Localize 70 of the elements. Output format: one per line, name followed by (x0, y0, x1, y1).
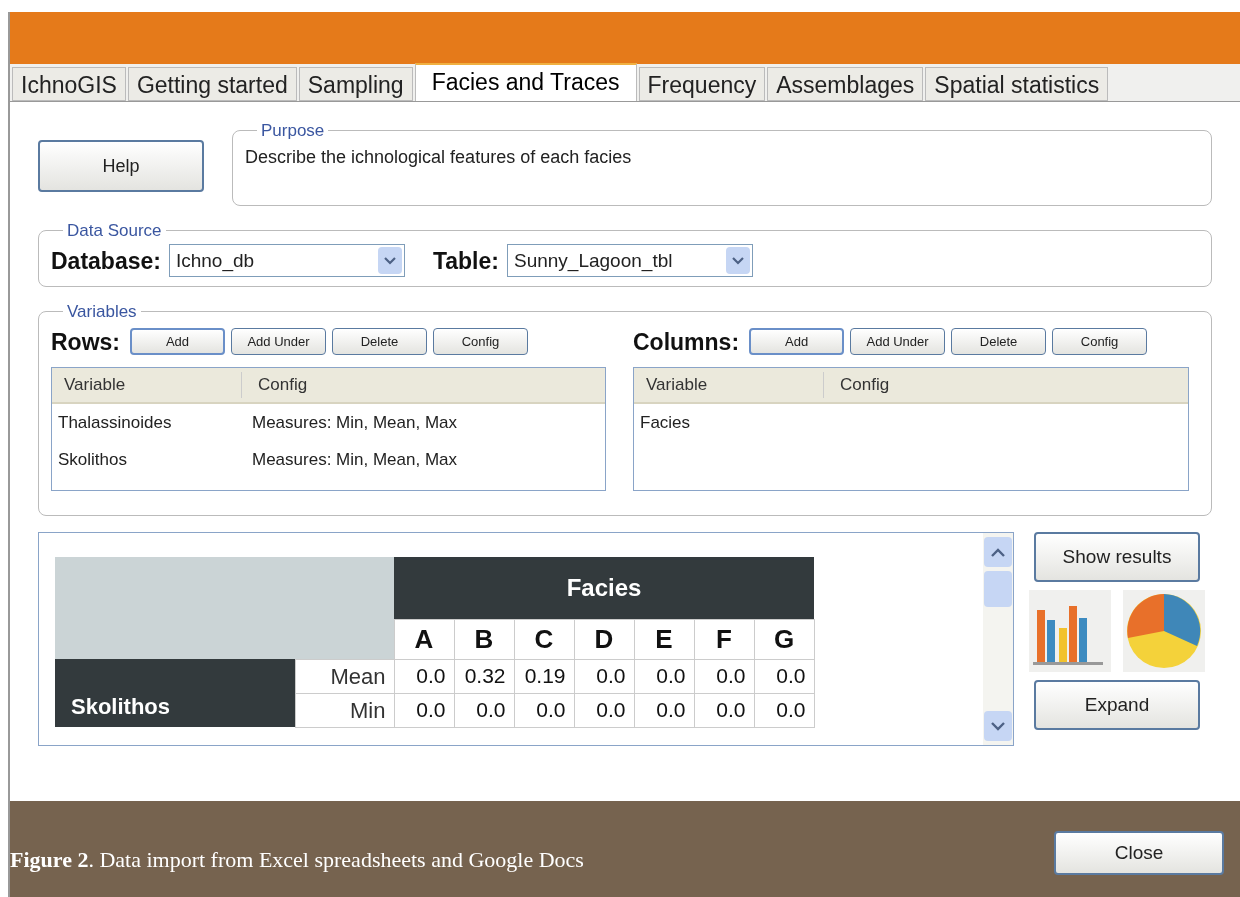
panel-label: Columns: (633, 327, 740, 357)
purpose-text: Describe the ichnological features of each facies (245, 145, 633, 169)
table-cell-text: Measures: Min, Mean, Max (251, 448, 457, 471)
toolbar-button[interactable]: Delete (951, 328, 1047, 356)
dropdown-field[interactable]: Sunny_Lagoon_tbl (506, 244, 753, 278)
toolbar-button[interactable]: Add Under (231, 328, 326, 356)
toolbar-button[interactable]: Config (1052, 328, 1148, 356)
database-label: Database: (51, 246, 161, 276)
help-button[interactable]: Help (38, 140, 204, 192)
table-cell: 0.32 (454, 659, 514, 693)
table-cell: 0.0 (634, 693, 694, 727)
table-cell: 0.0 (754, 693, 814, 727)
toolbar-button[interactable]: Add (130, 328, 225, 356)
table-cell: 0.19 (514, 659, 574, 693)
table-cell: 0.0 (394, 659, 454, 693)
column-header: Variable (52, 372, 242, 398)
table-cell-text: Facies (639, 411, 692, 434)
dropdown-field[interactable]: Ichno_db (168, 244, 405, 278)
tab[interactable]: Assemblages (767, 67, 924, 101)
column-header: C (514, 619, 574, 659)
bar-chart-icon[interactable] (1029, 590, 1111, 672)
table-label: Table: (432, 246, 499, 276)
close-button[interactable]: Close (1054, 831, 1224, 875)
measure-cell: Mean (295, 659, 394, 693)
column-header: D (574, 619, 634, 659)
scroll-thumb[interactable] (984, 571, 1012, 607)
tab[interactable]: Frequency (638, 67, 766, 101)
toolbar-button[interactable]: Add (749, 328, 845, 356)
table-cell: 0.0 (754, 659, 814, 693)
group-legend: Data Source (63, 218, 166, 244)
group-header: Facies (394, 557, 814, 619)
group-legend: Purpose (257, 118, 329, 144)
show-results-button[interactable]: Show results (1034, 532, 1200, 582)
column-header: Variable (634, 372, 824, 398)
row-group-header: Skolithos (55, 659, 295, 727)
table-cell-text: Skolithos (57, 448, 128, 471)
expand-button[interactable]: Expand (1034, 680, 1200, 730)
scrollbar[interactable] (983, 533, 1013, 745)
panel-label: Rows: (51, 327, 120, 357)
column-header: Config (839, 374, 890, 397)
table-cell-text: Measures: Min, Mean, Max (251, 411, 457, 434)
scroll-down-icon[interactable] (984, 711, 1012, 741)
table-cell: 0.0 (574, 659, 634, 693)
table-cell: 0.0 (574, 693, 634, 727)
tab[interactable]: Getting started (127, 67, 297, 101)
tab[interactable]: Sampling (298, 67, 413, 101)
table-cell: 0.0 (394, 693, 454, 727)
column-header: E (634, 619, 694, 659)
column-header: G (754, 619, 814, 659)
measure-cell: Min (295, 693, 394, 727)
table-cell: 0.0 (694, 659, 754, 693)
table-cell: 0.0 (634, 659, 694, 693)
tab[interactable]: Facies and Traces (414, 63, 637, 101)
toolbar-button[interactable]: Add Under (850, 328, 946, 356)
table-cell: 0.0 (454, 693, 514, 727)
column-header: Config (257, 374, 308, 397)
group-legend: Variables (63, 299, 141, 325)
table-cell: 0.0 (694, 693, 754, 727)
tab[interactable]: IchnoGIS (12, 67, 126, 101)
toolbar-button[interactable]: Config (433, 328, 528, 356)
table-cell: 0.0 (514, 693, 574, 727)
pie-chart-icon[interactable] (1123, 590, 1205, 672)
tab[interactable]: Spatial statistics (925, 67, 1109, 101)
toolbar-button[interactable]: Delete (332, 328, 427, 356)
column-header: A (394, 619, 454, 659)
column-header: B (454, 619, 514, 659)
column-header: F (694, 619, 754, 659)
table-cell-text: Thalassinoides (57, 411, 173, 434)
scroll-up-icon[interactable] (984, 537, 1012, 567)
figure-caption: Figure 2. Data import from Excel spreadsheets and Google Docs (10, 845, 584, 874)
